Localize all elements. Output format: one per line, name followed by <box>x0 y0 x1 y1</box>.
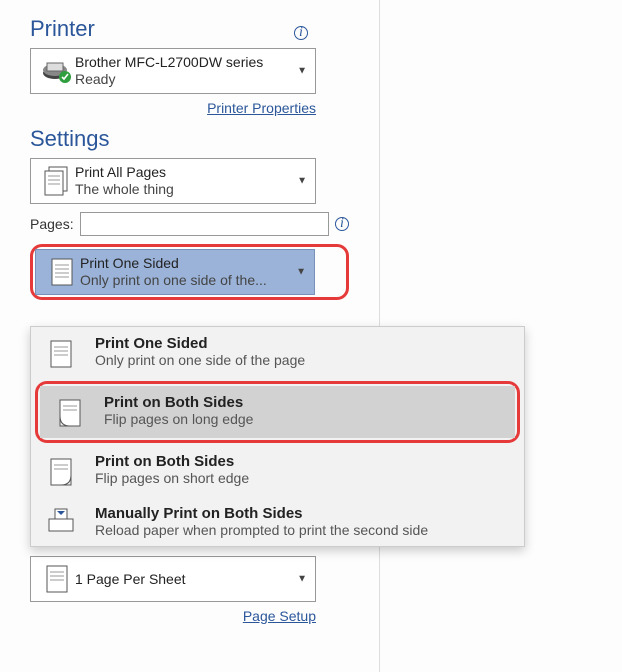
printer-name: Brother MFC-L2700DW series <box>75 54 289 71</box>
option-sub: Only print on one side of the page <box>95 352 305 368</box>
sides-sub: Only print on one side of the... <box>80 272 288 289</box>
info-icon[interactable]: i <box>294 26 308 40</box>
pages-input[interactable] <box>80 212 329 236</box>
pages-stack-icon <box>39 164 75 198</box>
settings-heading: Settings <box>30 126 349 152</box>
page-setup-link[interactable]: Page Setup <box>243 608 316 624</box>
print-what-title: Print All Pages <box>75 164 289 181</box>
chevron-down-icon: ▼ <box>296 267 306 278</box>
per-sheet-dropdown[interactable]: 1 Page Per Sheet ▼ <box>30 556 316 602</box>
printer-heading: Printer <box>30 16 290 42</box>
chevron-down-icon: ▼ <box>297 176 307 187</box>
printer-reload-icon <box>43 505 79 537</box>
info-icon[interactable]: i <box>335 217 349 231</box>
per-sheet-label: 1 Page Per Sheet <box>75 571 289 588</box>
sides-dropdown[interactable]: Print One Sided Only print on one side o… <box>35 249 315 295</box>
pages-label: Pages: <box>30 216 74 232</box>
chevron-down-icon: ▼ <box>297 574 307 585</box>
print-what-dropdown[interactable]: Print All Pages The whole thing ▼ <box>30 158 316 204</box>
chevron-down-icon: ▼ <box>297 66 307 77</box>
printer-dropdown[interactable]: Brother MFC-L2700DW series Ready ▼ <box>30 48 316 94</box>
page-single-icon <box>44 255 80 289</box>
option-sub: Reload paper when prompted to print the … <box>95 522 428 538</box>
annotation-highlight: Print One Sided Only print on one side o… <box>30 244 349 300</box>
print-what-sub: The whole thing <box>75 181 289 198</box>
annotation-highlight: Print on Both Sides Flip pages on long e… <box>35 381 520 443</box>
sides-flyout: Print One Sided Only print on one side o… <box>30 326 525 547</box>
sides-title: Print One Sided <box>80 255 288 272</box>
option-sub: Flip pages on short edge <box>95 470 249 486</box>
option-title: Print One Sided <box>95 335 305 352</box>
page-flip-short-icon <box>43 453 79 489</box>
option-both-long[interactable]: Print on Both Sides Flip pages on long e… <box>40 386 515 438</box>
option-title: Print on Both Sides <box>104 394 253 411</box>
printer-icon <box>39 59 75 83</box>
printer-properties-link[interactable]: Printer Properties <box>207 100 316 116</box>
page-single-icon <box>39 562 75 596</box>
option-title: Manually Print on Both Sides <box>95 505 428 522</box>
option-both-short[interactable]: Print on Both Sides Flip pages on short … <box>31 445 524 497</box>
option-one-sided[interactable]: Print One Sided Only print on one side o… <box>31 327 524 379</box>
option-sub: Flip pages on long edge <box>104 411 253 427</box>
option-title: Print on Both Sides <box>95 453 249 470</box>
option-manual-both[interactable]: Manually Print on Both Sides Reload pape… <box>31 497 524 546</box>
printer-status: Ready <box>75 71 289 88</box>
page-single-icon <box>43 335 79 371</box>
page-flip-long-icon <box>52 394 88 430</box>
